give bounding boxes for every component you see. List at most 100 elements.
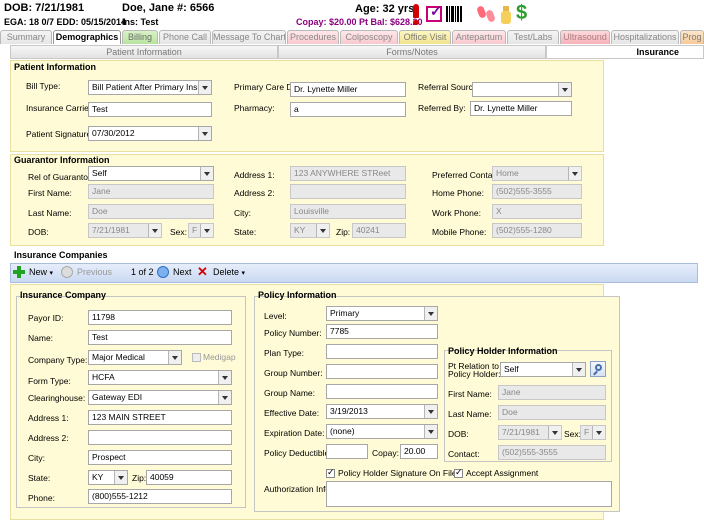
- patient-signature-date[interactable]: 07/30/2012: [88, 126, 212, 141]
- company-addr1-field[interactable]: 123 MAIN STREET: [88, 410, 232, 425]
- pharmacy-field[interactable]: a: [290, 102, 406, 117]
- preferred-contact-select[interactable]: Home: [492, 166, 582, 181]
- copay-balance: Copay: $20.00 Pt Bal: $628.20: [296, 17, 423, 27]
- plan-type-label: Plan Type:: [264, 348, 305, 358]
- insurance-toolbar: New ▾ Previous 1 of 2 Next ✕ Delete ▾: [10, 263, 698, 283]
- guarantor-zip-field[interactable]: 40241: [352, 223, 406, 238]
- home-phone-label: Home Phone:: [432, 188, 484, 198]
- bill-type-select[interactable]: Bill Patient After Primary Insura: [88, 80, 212, 95]
- company-state-select[interactable]: KY: [88, 470, 128, 485]
- next-arrow-icon[interactable]: [157, 266, 169, 278]
- tab-hospitalizations[interactable]: Hospitalizations: [611, 30, 679, 44]
- patient-header: DOB: 7/21/1981 Doe, Jane #: 6566 EGA: 18…: [0, 0, 704, 30]
- mobile-phone-field[interactable]: (502)555-1280: [492, 223, 582, 238]
- tab-procedures[interactable]: Procedures: [287, 30, 339, 44]
- plus-icon[interactable]: [13, 265, 25, 279]
- subtab-insurance[interactable]: Insurance: [546, 45, 704, 59]
- barcode-icon[interactable]: [446, 6, 462, 22]
- delete-button[interactable]: Delete ▾: [213, 267, 245, 277]
- company-phone-field[interactable]: (800)555-1212: [88, 489, 232, 504]
- delete-x-icon[interactable]: ✕: [197, 264, 208, 280]
- tab-demographics[interactable]: Demographics: [53, 30, 121, 44]
- guarantor-state-select[interactable]: KY: [290, 223, 330, 238]
- guarantor-title: Guarantor Information: [14, 155, 110, 165]
- insurance-carrier-field[interactable]: Test: [88, 102, 212, 117]
- guarantor-dob-label: DOB:: [28, 227, 49, 237]
- insurance-carrier-label: Insurance Carrier:: [26, 103, 95, 113]
- holder-sex-select[interactable]: F: [580, 425, 606, 440]
- rel-guarantor-select[interactable]: Self: [88, 166, 214, 181]
- policy-information-title: Policy Information: [258, 290, 337, 300]
- tab-antepartum[interactable]: Antepartum: [452, 30, 506, 44]
- tab-message-to-chart[interactable]: Message To Chart: [212, 30, 286, 44]
- guarantor-sex-select[interactable]: F: [188, 223, 214, 238]
- company-addr2-field[interactable]: [88, 430, 232, 445]
- copay-field[interactable]: 20.00: [400, 444, 438, 459]
- new-button[interactable]: New ▾: [29, 267, 53, 277]
- company-city-field[interactable]: Prospect: [88, 450, 232, 465]
- tab-summary[interactable]: Summary: [0, 30, 52, 44]
- primary-care-field[interactable]: Dr. Lynette Miller: [290, 82, 406, 97]
- subtab-forms-notes[interactable]: Forms/Notes: [278, 45, 546, 59]
- guarantor-zip-label: Zip:: [336, 227, 351, 237]
- home-phone-field[interactable]: (502)555-3555: [492, 184, 582, 199]
- holder-last-field[interactable]: Doe: [498, 405, 606, 420]
- policy-number-field[interactable]: 7785: [326, 324, 438, 339]
- authorization-info-textarea[interactable]: [326, 481, 612, 507]
- level-label: Level:: [264, 311, 287, 321]
- checkbox-icon[interactable]: ✓: [426, 3, 442, 22]
- dollar-icon[interactable]: $: [516, 2, 530, 26]
- plan-type-field[interactable]: [326, 344, 438, 359]
- holder-contact-field[interactable]: (502)555-3555: [498, 445, 606, 460]
- tab-ultrasound[interactable]: Ultrasound: [560, 30, 610, 44]
- sub-tabs: Patient Information Forms/Notes Insuranc…: [0, 45, 704, 59]
- tab-billing[interactable]: Billing: [122, 30, 158, 44]
- expiration-date-label: Expiration Date:: [264, 428, 325, 438]
- clearinghouse-select[interactable]: Gateway EDI: [88, 390, 232, 405]
- next-button[interactable]: Next: [173, 267, 192, 277]
- tab-office-visit[interactable]: Office Visit: [399, 30, 451, 44]
- patient-name: Doe, Jane #: 6566: [122, 2, 215, 14]
- company-name-field[interactable]: Test: [88, 330, 232, 345]
- expiration-date-select[interactable]: (none): [326, 424, 438, 439]
- guarantor-first-field[interactable]: Jane: [88, 184, 214, 199]
- form-type-select[interactable]: HCFA: [88, 370, 232, 385]
- guarantor-last-field[interactable]: Doe: [88, 204, 214, 219]
- medigap-checkbox[interactable]: [192, 353, 201, 362]
- tab-test-labs[interactable]: Test/Labs: [507, 30, 559, 44]
- accept-assignment-checkbox[interactable]: [454, 467, 463, 478]
- company-type-select[interactable]: Major Medical: [88, 350, 182, 365]
- work-phone-field[interactable]: X: [492, 204, 582, 219]
- level-select[interactable]: Primary: [326, 306, 438, 321]
- effective-date-select[interactable]: 3/19/2013: [326, 404, 438, 419]
- payor-id-field[interactable]: 11798: [88, 310, 232, 325]
- referral-source-select[interactable]: [472, 82, 572, 97]
- search-icon[interactable]: [590, 361, 606, 377]
- guarantor-dob-select[interactable]: 7/21/1981: [88, 223, 162, 238]
- accept-assignment-label: Accept Assignment: [466, 468, 539, 478]
- alert-icon[interactable]: [412, 4, 420, 26]
- tab-phone-call[interactable]: Phone Call: [159, 30, 211, 44]
- copay-label: Copay:: [372, 448, 399, 458]
- policy-holder-signature-checkbox[interactable]: [326, 467, 335, 478]
- bottle-icon[interactable]: [500, 6, 512, 24]
- holder-first-field[interactable]: Jane: [498, 385, 606, 400]
- previous-arrow-icon[interactable]: [61, 266, 73, 278]
- footprints-icon[interactable]: [476, 4, 496, 24]
- main-tabs: Summary Demographics Billing Phone Call …: [0, 30, 704, 44]
- tab-colposcopy[interactable]: Colposcopy: [340, 30, 398, 44]
- pt-relation-select[interactable]: Self: [500, 362, 586, 377]
- group-number-field[interactable]: [326, 364, 438, 379]
- holder-dob-select[interactable]: 7/21/1981: [498, 425, 562, 440]
- guarantor-addr2-field[interactable]: [290, 184, 406, 199]
- guarantor-addr1-field[interactable]: 123 ANYWHERE STReet: [290, 166, 406, 181]
- company-zip-field[interactable]: 40059: [146, 470, 232, 485]
- referred-by-field[interactable]: Dr. Lynette Miller: [470, 101, 572, 116]
- guarantor-city-field[interactable]: Louisville: [290, 204, 406, 219]
- group-name-field[interactable]: [326, 384, 438, 399]
- previous-button[interactable]: Previous: [77, 267, 112, 277]
- subtab-patient-information[interactable]: Patient Information: [10, 45, 278, 59]
- policy-deductible-field[interactable]: [326, 444, 368, 459]
- tab-prog[interactable]: Prog: [680, 30, 704, 44]
- patient-dob: DOB: 7/21/1981: [4, 2, 85, 14]
